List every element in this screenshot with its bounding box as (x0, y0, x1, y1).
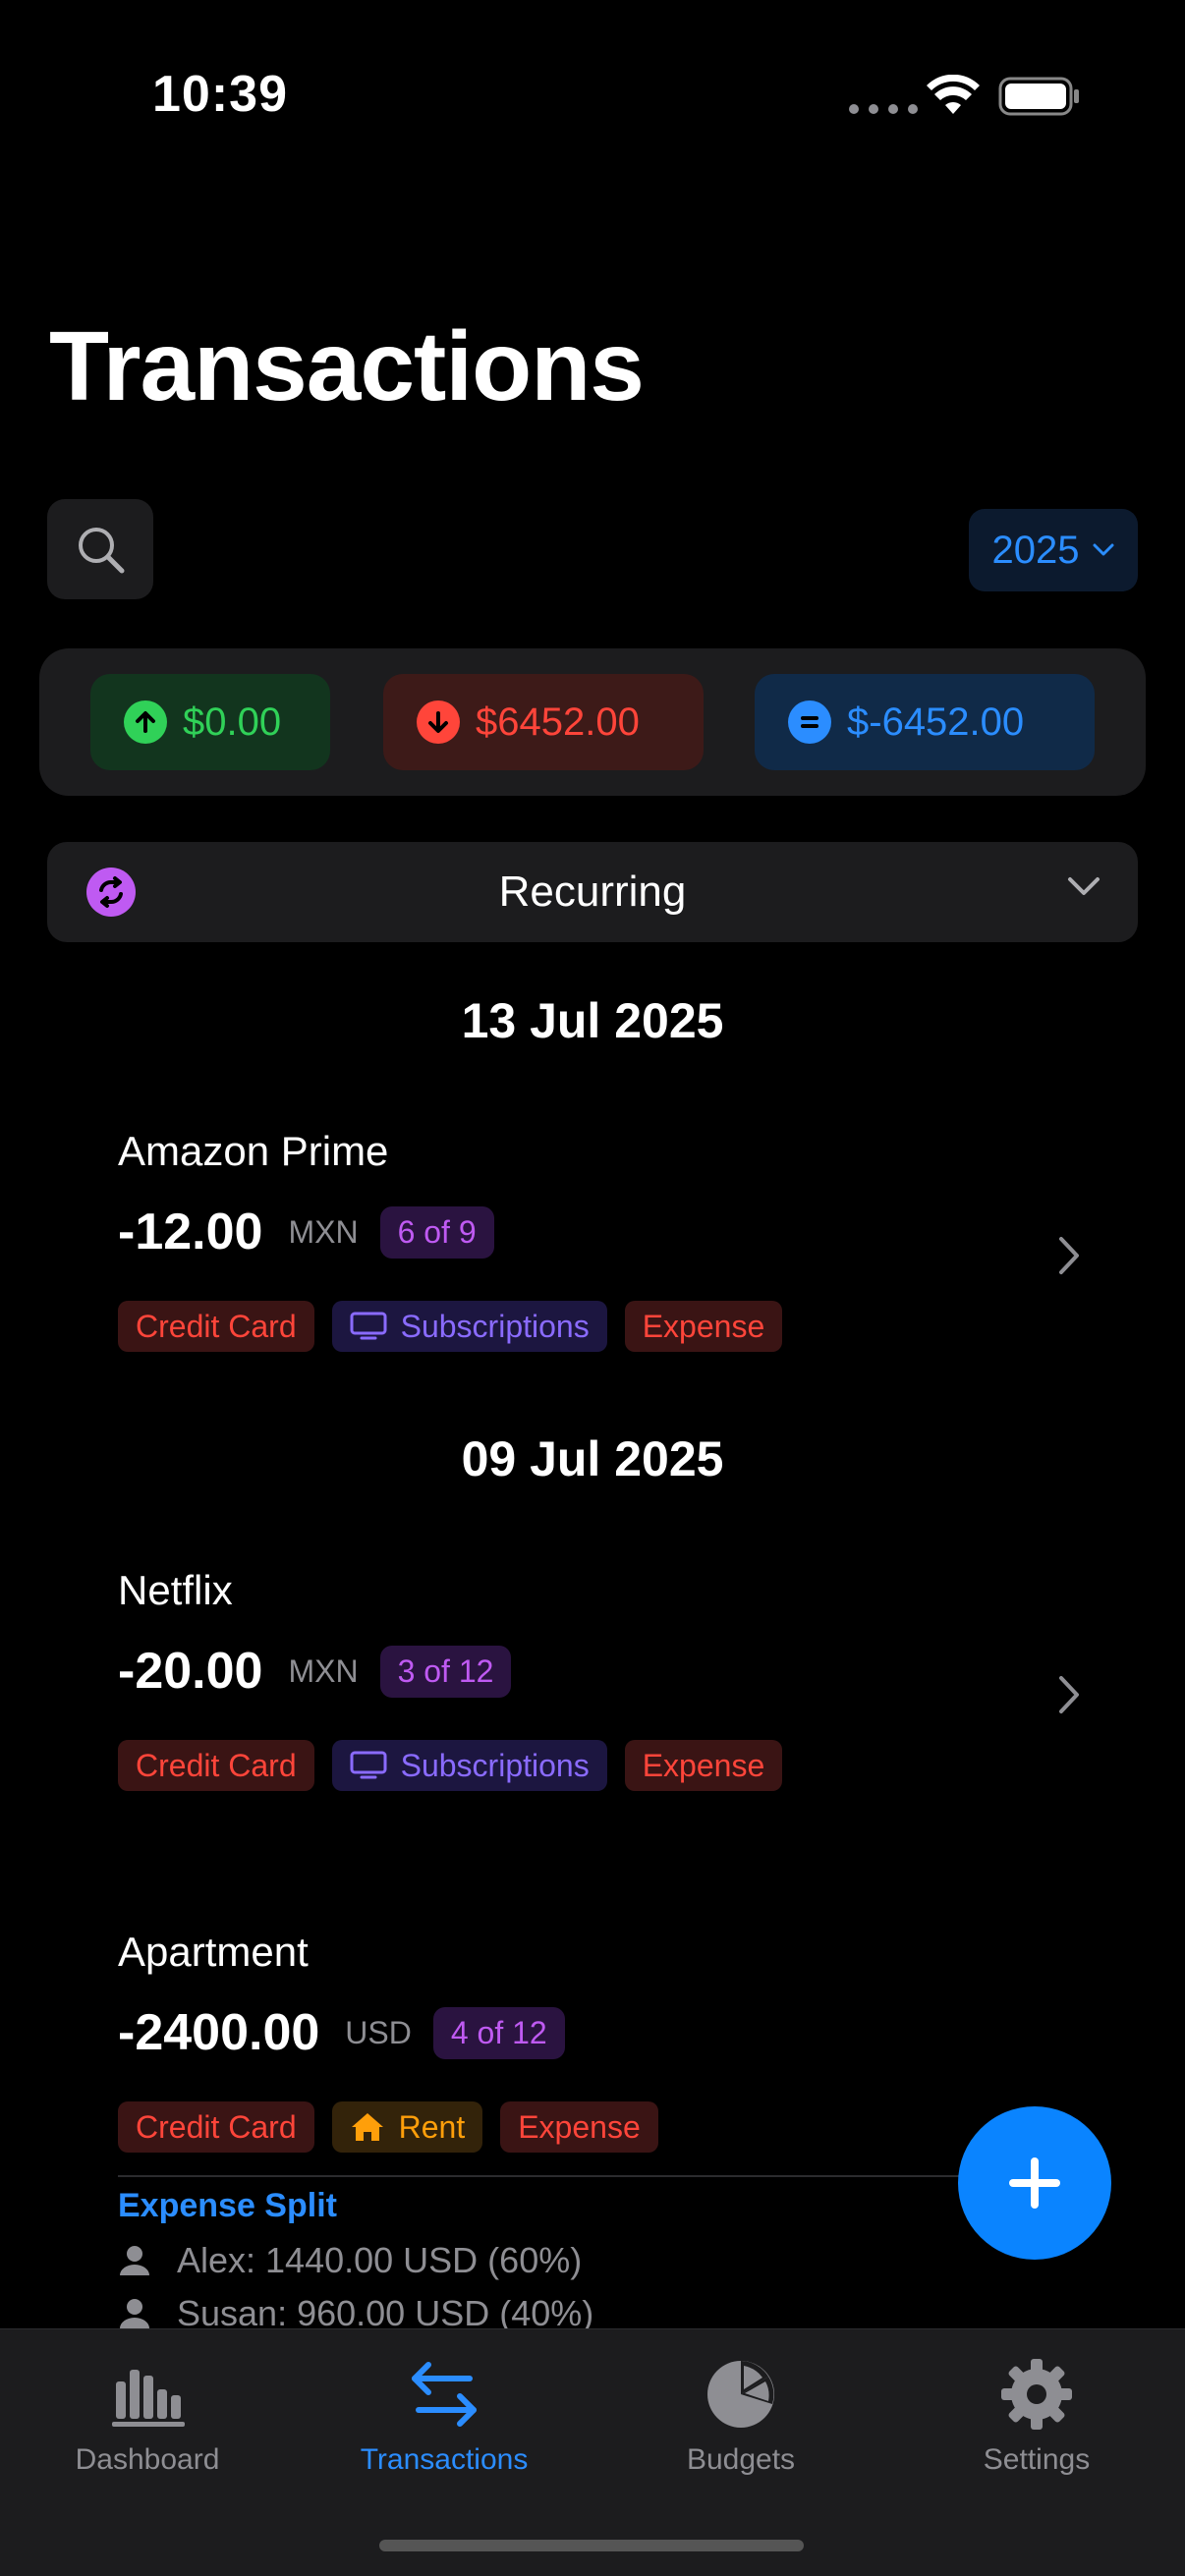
tag-type: Expense (624, 1740, 783, 1791)
status-bar: 10:39 (0, 0, 1185, 196)
house-icon (351, 2113, 383, 2141)
divider (118, 2175, 963, 2177)
income-value: $0.00 (183, 700, 282, 744)
income-total: $0.00 (90, 674, 330, 770)
expense-total: $6452.00 (383, 674, 704, 770)
tab-label: Transactions (360, 2443, 529, 2476)
tab-budgets[interactable]: Budgets (613, 2345, 869, 2477)
add-transaction-button[interactable] (958, 2106, 1111, 2260)
transaction-name: Netflix (118, 1567, 233, 1613)
balance-total: $-6452.00 (755, 674, 1095, 770)
transaction-row[interactable]: Netflix -20.00 MXN 3 of 12 Credit Card S… (118, 1567, 1081, 1803)
wifi-icon (927, 75, 980, 114)
transaction-amount: -2400.00 (118, 2004, 320, 2061)
chevron-right-icon (1059, 1676, 1079, 1713)
arrow-down-icon (417, 700, 460, 744)
arrow-up-icon (124, 700, 167, 744)
person-icon (120, 2299, 149, 2328)
year-label: 2025 (991, 528, 1080, 572)
plus-icon (1009, 2157, 1060, 2209)
equals-icon (788, 700, 831, 744)
page-title: Transactions (49, 311, 645, 421)
recurring-label: Recurring (498, 868, 687, 916)
expense-value: $6452.00 (476, 700, 640, 744)
pie-chart-icon (707, 2361, 774, 2428)
tag-category: Subscriptions (331, 1740, 607, 1791)
tag-account: Credit Card (118, 1301, 314, 1352)
tag-category-label: Subscriptions (400, 1747, 590, 1783)
tag-category: Rent (331, 2101, 483, 2153)
tv-icon (350, 1751, 387, 1779)
tab-settings[interactable]: Settings (909, 2345, 1164, 2477)
tab-label: Settings (983, 2443, 1091, 2476)
tag-category-label: Rent (398, 2108, 466, 2145)
tab-bar: Dashboard Transactions Budgets Settings (0, 2328, 1185, 2576)
tag-category: Subscriptions (331, 1301, 607, 1352)
tag-account: Credit Card (118, 2101, 314, 2153)
search-icon (79, 528, 125, 574)
tab-transactions[interactable]: Transactions (316, 2345, 572, 2477)
tag-account: Credit Card (118, 1740, 314, 1791)
battery-icon (998, 77, 1079, 116)
transaction-row[interactable]: Apartment -2400.00 USD 4 of 12 Credit Ca… (118, 1929, 1081, 2164)
signal-icon (849, 104, 918, 114)
chevron-down-icon (1093, 543, 1114, 556)
status-time: 10:39 (152, 66, 288, 123)
expense-split-title: Expense Split (118, 2187, 337, 2224)
search-button[interactable] (47, 499, 153, 599)
transaction-amount: -20.00 (118, 1643, 263, 1700)
transaction-currency: MXN (288, 1213, 359, 1250)
transaction-amount: -12.00 (118, 1204, 263, 1260)
transaction-currency: MXN (288, 1652, 359, 1689)
tag-type: Expense (624, 1301, 783, 1352)
arrows-swap-icon (412, 2362, 477, 2427)
chevron-right-icon (1059, 1237, 1079, 1274)
balance-value: $-6452.00 (847, 700, 1025, 744)
installment-badge: 3 of 12 (379, 1645, 512, 1698)
installment-badge: 4 of 12 (432, 2006, 565, 2059)
tv-icon (350, 1312, 387, 1340)
tag-type: Expense (500, 2101, 658, 2153)
year-picker[interactable]: 2025 (969, 509, 1138, 591)
split-detail: Alex: 1440.00 USD (60%) (177, 2240, 583, 2280)
transaction-name: Amazon Prime (118, 1128, 389, 1174)
transaction-currency: USD (345, 2014, 412, 2050)
gear-icon (1001, 2359, 1072, 2430)
transaction-row[interactable]: Amazon Prime -12.00 MXN 6 of 9 Credit Ca… (118, 1128, 1081, 1364)
date-header: 09 Jul 2025 (461, 1431, 724, 1486)
summary-card: $0.00 $6452.00 $-6452.00 (39, 648, 1146, 796)
tab-label: Dashboard (75, 2443, 220, 2476)
date-header: 13 Jul 2025 (461, 993, 724, 1048)
tab-label: Budgets (686, 2443, 796, 2476)
split-row: Alex: 1440.00 USD (60%) (118, 2240, 582, 2281)
chevron-down-icon (1068, 877, 1100, 895)
chart-bars-icon (112, 2370, 185, 2427)
transaction-name: Apartment (118, 1929, 309, 1975)
tab-dashboard[interactable]: Dashboard (20, 2345, 275, 2477)
home-indicator (379, 2540, 804, 2551)
person-icon (120, 2246, 149, 2275)
installment-badge: 6 of 9 (379, 1205, 494, 1259)
tag-category-label: Subscriptions (400, 1308, 590, 1344)
recurring-filter[interactable]: Recurring (47, 842, 1138, 942)
